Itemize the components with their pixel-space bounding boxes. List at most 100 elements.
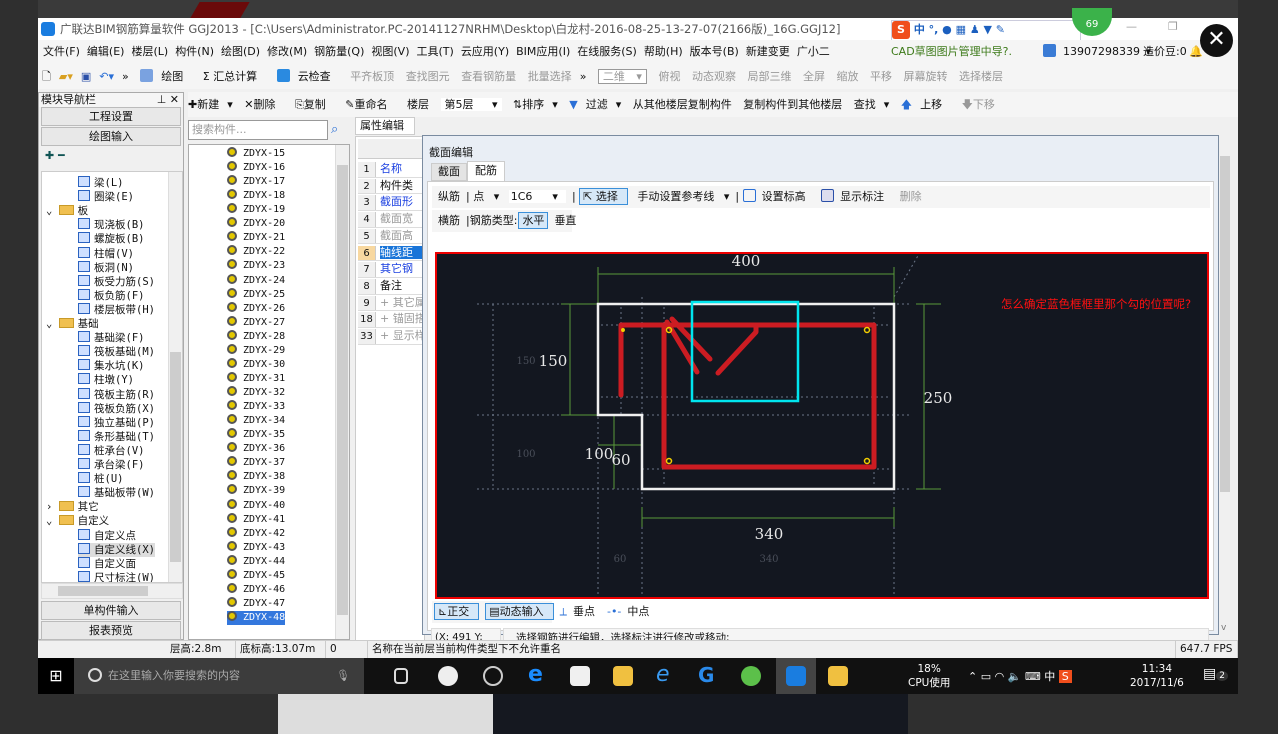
- chevron-right-icon[interactable]: ›: [46, 501, 52, 513]
- menu-edit[interactable]: 编辑(E): [87, 45, 125, 58]
- draw-input-button[interactable]: 绘图输入: [41, 127, 181, 146]
- find-button[interactable]: 查找 ▾: [854, 98, 890, 111]
- reference-line-button[interactable]: 手动设置参考线 ▾: [637, 190, 729, 203]
- rename-button[interactable]: ✎重命名: [345, 98, 395, 111]
- new-file-icon[interactable]: 🗋: [42, 70, 51, 83]
- task-view-icon[interactable]: [394, 668, 408, 684]
- tree-item[interactable]: ⌄ 自定义: [46, 514, 109, 528]
- tree-item[interactable]: 现浇板(B): [78, 218, 144, 232]
- fullscreen-button[interactable]: 全屏: [803, 70, 825, 83]
- menu-file[interactable]: 文件(F): [43, 45, 80, 58]
- draw-button[interactable]: 绘图: [140, 69, 191, 83]
- ortho-button[interactable]: ⊾正交: [434, 603, 480, 620]
- project-settings-button[interactable]: 工程设置: [41, 107, 181, 126]
- pan-button[interactable]: 平移: [870, 70, 892, 83]
- filter-button[interactable]: ▼ 过滤 ▾: [569, 98, 621, 111]
- component-list-item[interactable]: ZDYX-21: [227, 231, 285, 245]
- notes-app-icon[interactable]: [828, 666, 848, 686]
- open-file-icon[interactable]: ▰▾: [59, 70, 73, 83]
- start-button[interactable]: ⊞: [38, 658, 74, 694]
- component-list-item[interactable]: ZDYX-33: [227, 400, 285, 414]
- tree-item[interactable]: 梁(L): [78, 176, 123, 190]
- property-row[interactable]: 5 截面高: [358, 228, 426, 245]
- tree-item[interactable]: 自定义点: [78, 528, 136, 543]
- tree-item[interactable]: 自定义线(X): [78, 542, 155, 557]
- copy-button[interactable]: ⎘复制: [295, 98, 334, 111]
- component-list-item[interactable]: ZDYX-19: [227, 203, 285, 217]
- tree-item[interactable]: 自定义面: [78, 556, 136, 571]
- component-list-item[interactable]: ZDYX-24: [227, 273, 285, 288]
- menu-assistant[interactable]: 广小二: [797, 45, 830, 58]
- search-icon[interactable]: ⌕: [331, 122, 338, 137]
- ime-mode[interactable]: 中: [914, 23, 925, 36]
- menu-cloud[interactable]: 云应用(Y): [461, 45, 509, 58]
- component-list-item[interactable]: ZDYX-22: [227, 245, 285, 259]
- edge-icon[interactable]: e: [528, 664, 548, 686]
- move-up-button[interactable]: 🡅 上移: [901, 98, 950, 111]
- menu-view[interactable]: 视图(V): [371, 45, 409, 58]
- component-list-item[interactable]: ZDYX-23: [227, 259, 285, 273]
- save-icon[interactable]: ▣: [81, 70, 91, 83]
- menu-floor[interactable]: 楼层(L): [131, 45, 168, 58]
- menu-tools[interactable]: 工具(T): [417, 45, 454, 58]
- ie-icon[interactable]: e: [656, 664, 676, 686]
- tree-item[interactable]: 柱帽(V): [78, 246, 134, 261]
- menu-modify[interactable]: 修改(M): [267, 45, 307, 58]
- tree-item[interactable]: 楼层板带(H): [78, 302, 155, 317]
- component-list-item[interactable]: ZDYX-28: [227, 329, 285, 344]
- component-list-item[interactable]: ZDYX-32: [227, 386, 285, 400]
- tree-item[interactable]: 承台梁(F): [78, 458, 144, 472]
- menu-help[interactable]: 帮助(H): [644, 45, 683, 58]
- system-tray[interactable]: ⌃ ▭ ◠ 🔈 ⌨ 中 S: [968, 668, 1072, 684]
- glodon-icon[interactable]: G: [698, 665, 718, 686]
- point-mode-select[interactable]: 点 ▾: [473, 190, 499, 203]
- component-list-item[interactable]: ZDYX-36: [227, 442, 285, 456]
- section-canvas[interactable]: 400 150 250 340 100 60 150 100 60 340 怎么…: [435, 252, 1209, 599]
- component-list-item[interactable]: ZDYX-47: [227, 596, 285, 611]
- component-list-item[interactable]: ZDYX-46: [227, 582, 285, 597]
- tree-hscrollbar[interactable]: [41, 583, 183, 599]
- component-list-item[interactable]: ZDYX-25: [227, 287, 285, 302]
- align-slab-button[interactable]: 平齐板顶: [350, 70, 394, 83]
- restore-button[interactable]: ❐: [1168, 20, 1178, 33]
- report-preview-button[interactable]: 报表预览: [41, 621, 181, 640]
- component-list-item[interactable]: ZDYX-38: [227, 470, 285, 484]
- expand-collapse-icons[interactable]: ✚ ━: [45, 149, 65, 162]
- menu-bim[interactable]: BIM应用(I): [516, 45, 570, 58]
- cloud-check-button[interactable]: 云检查: [276, 69, 339, 83]
- component-list-item[interactable]: ZDYX-37: [227, 456, 285, 470]
- horizontal-button[interactable]: 水平: [518, 212, 549, 229]
- tree-item[interactable]: 条形基础(T): [78, 429, 155, 444]
- undo-icon[interactable]: ↶▾: [99, 70, 114, 83]
- property-row[interactable]: 6 轴线距: [358, 245, 426, 262]
- component-list-item[interactable]: ZDYX-27: [227, 315, 285, 330]
- user-account[interactable]: 13907298339 ▾: [1038, 40, 1151, 64]
- pin-close-icons[interactable]: ⊥ ✕: [157, 93, 179, 107]
- component-list-item[interactable]: ZDYX-34: [227, 414, 285, 428]
- move-down-button[interactable]: 🡇下移: [962, 98, 1003, 111]
- component-list-item[interactable]: ZDYX-30: [227, 357, 285, 372]
- component-list-item[interactable]: ZDYX-45: [227, 568, 285, 583]
- close-overlay-button[interactable]: ✕: [1200, 24, 1233, 57]
- property-scrollbar[interactable]: v: [1218, 140, 1232, 635]
- view-rebar-button[interactable]: 查看钢筋量: [461, 70, 516, 83]
- cad-manager-link[interactable]: CAD草图图片管理中导?.: [891, 40, 1012, 64]
- component-list-item[interactable]: ZDYX-41: [227, 512, 285, 527]
- property-row[interactable]: 3 截面形: [358, 194, 426, 212]
- zoom-button[interactable]: 缩放: [836, 70, 858, 83]
- component-list-item[interactable]: ZDYX-26: [227, 301, 285, 316]
- select-floor-button[interactable]: 选择楼层: [959, 70, 1003, 83]
- fan-app-icon[interactable]: [438, 666, 458, 686]
- tree-item[interactable]: ⌄ 基础: [46, 317, 99, 331]
- sort-button[interactable]: ⇅排序 ▾: [513, 98, 558, 111]
- batch-select-button[interactable]: 批量选择: [528, 70, 572, 83]
- explorer-icon[interactable]: [613, 666, 633, 686]
- list-scrollbar[interactable]: [335, 145, 349, 639]
- tree-item[interactable]: 圈梁(E): [78, 190, 134, 204]
- chevron-down-icon[interactable]: ⌄: [46, 515, 52, 527]
- tree-item[interactable]: 板洞(N): [78, 260, 134, 275]
- tree-item[interactable]: 螺旋板(B): [78, 232, 144, 246]
- tree-item[interactable]: 桩承台(V): [78, 443, 144, 458]
- component-search-input[interactable]: 搜索构件...: [188, 120, 328, 140]
- property-row[interactable]: 4 截面宽: [358, 211, 426, 228]
